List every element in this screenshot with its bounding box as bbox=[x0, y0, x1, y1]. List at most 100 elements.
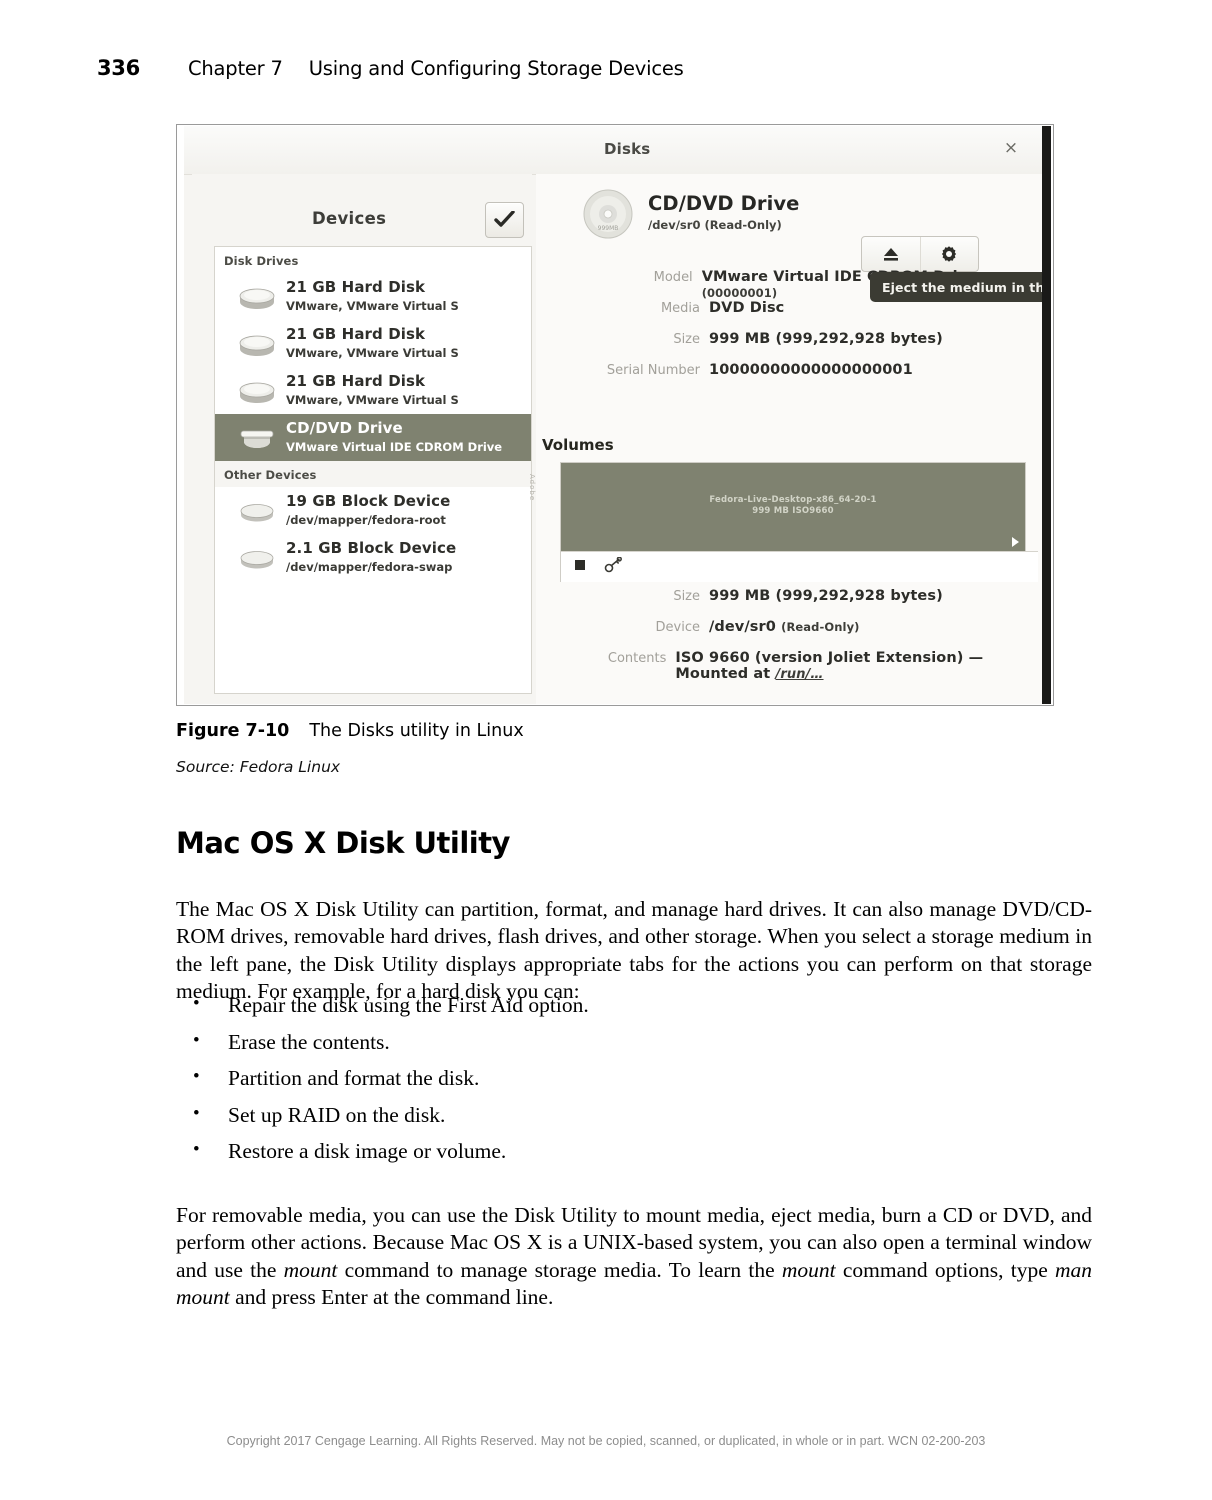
property-key: Contents bbox=[607, 651, 667, 666]
eject-button[interactable] bbox=[862, 237, 920, 271]
check-icon[interactable] bbox=[485, 202, 524, 238]
drive-device-path: /dev/sr0 (Read-Only) bbox=[648, 218, 782, 232]
text-run: and press Enter at the command line. bbox=[229, 1285, 554, 1309]
body-paragraph-1: The Mac OS X Disk Utility can partition,… bbox=[176, 896, 1092, 1004]
property-key: Serial Number bbox=[606, 363, 700, 378]
list-item[interactable]: 21 GB Hard Disk VMware, VMware Virtual S bbox=[215, 367, 531, 414]
body-paragraph-2: For removable media, you can use the Dis… bbox=[176, 1202, 1092, 1312]
list-item: Erase the contents. bbox=[176, 1026, 1092, 1064]
device-detail: /dev/mapper/fedora-swap bbox=[286, 559, 453, 574]
drive-header: 999MB CD/DVD Drive /dev/sr0 (Read-Only) bbox=[582, 188, 800, 240]
figure-caption: Figure 7-10 The Disks utility in Linux bbox=[176, 721, 524, 741]
devices-title: Devices bbox=[312, 209, 387, 228]
device-name: 19 GB Block Device bbox=[286, 491, 451, 510]
disks-application-window: Disks × Devices Disk Drives 21 GB Hard D… bbox=[184, 126, 1042, 704]
volume-segment-label: Fedora-Live-Desktop-x86_64-20-1 999 MB I… bbox=[561, 495, 1025, 518]
volumes-panel: Fedora-Live-Desktop-x86_64-20-1 999 MB I… bbox=[560, 462, 1038, 582]
bullet-list: Repair the disk using the First Aid opti… bbox=[176, 989, 1092, 1173]
list-item-text: CD/DVD Drive VMware Virtual IDE CDROM Dr… bbox=[286, 418, 503, 456]
running-head: 336 Chapter 7 Using and Configuring Stora… bbox=[97, 56, 684, 80]
device-detail: /dev/mapper/fedora-root bbox=[286, 512, 446, 527]
property-value-suffix: (Read-Only) bbox=[781, 620, 860, 634]
breadcrumb: Chapter 7 Using and Configuring Storage D… bbox=[188, 57, 684, 80]
list-item-selected-cd-dvd-drive[interactable]: CD/DVD Drive VMware Virtual IDE CDROM Dr… bbox=[215, 414, 531, 461]
section-heading: Mac OS X Disk Utility bbox=[176, 826, 510, 860]
property-key: Model bbox=[653, 270, 693, 285]
list-item[interactable]: 19 GB Block Device /dev/mapper/fedora-ro… bbox=[215, 487, 531, 534]
drive-header-text: CD/DVD Drive /dev/sr0 (Read-Only) bbox=[648, 188, 800, 232]
chapter-label: Chapter 7 bbox=[187, 57, 283, 80]
page-number: 336 bbox=[97, 56, 140, 80]
device-detail: VMware, VMware Virtual S bbox=[286, 298, 459, 313]
list-item-text: 21 GB Hard Disk VMware, VMware Virtual S bbox=[286, 325, 459, 362]
property-value-text: /dev/sr0 bbox=[709, 619, 776, 635]
hard-disk-icon bbox=[237, 282, 277, 312]
window-right-edge bbox=[1042, 126, 1051, 704]
property-key: Media bbox=[660, 301, 700, 316]
property-value: /dev/sr0 (Read-Only) bbox=[709, 619, 860, 635]
device-list[interactable]: Disk Drives 21 GB Hard Disk VMware, VMwa… bbox=[214, 246, 532, 694]
scroll-hint-label: Adobe bbox=[528, 474, 536, 502]
volume-toolbar bbox=[561, 551, 1038, 582]
block-device-icon bbox=[237, 496, 277, 526]
italic-run: mount bbox=[781, 1257, 836, 1282]
device-name: 21 GB Hard Disk bbox=[286, 277, 426, 296]
mount-point-link[interactable]: /run/… bbox=[776, 667, 824, 682]
window-titlebar: Disks × bbox=[184, 126, 1042, 175]
devices-header: Devices bbox=[192, 199, 532, 243]
figure-caption-text: The Disks utility in Linux bbox=[309, 721, 524, 741]
more-actions-button[interactable] bbox=[919, 237, 979, 271]
property-value: 999 MB (999,292,928 bytes) bbox=[709, 331, 943, 347]
device-name: 21 GB Hard Disk bbox=[286, 371, 426, 390]
list-item-text: 21 GB Hard Disk VMware, VMware Virtual S bbox=[286, 277, 459, 315]
chevron-right-icon[interactable] bbox=[1012, 537, 1019, 547]
devices-pane: Devices Disk Drives 21 GB Hard Disk VMwa… bbox=[192, 174, 536, 704]
list-item: Restore a disk image or volume. bbox=[176, 1135, 1092, 1173]
list-item: Repair the disk using the First Aid opti… bbox=[176, 989, 1092, 1027]
check-glyph bbox=[494, 211, 515, 227]
property-row-size: Size 999 MB (999,292,928 bytes) bbox=[536, 331, 1042, 362]
hard-disk-icon bbox=[237, 329, 277, 359]
optical-drive-icon bbox=[237, 423, 277, 453]
property-row-volume-size: Size 999 MB (999,292,928 bytes) bbox=[536, 588, 1042, 619]
list-item[interactable]: 21 GB Hard Disk VMware, VMware Virtual S bbox=[215, 320, 531, 367]
figure-image: Disks × Devices Disk Drives 21 GB Hard D… bbox=[176, 124, 1056, 708]
device-name: 2.1 GB Block Device bbox=[286, 538, 457, 557]
hard-disk-icon bbox=[237, 376, 277, 406]
stop-square-icon bbox=[575, 560, 585, 570]
window-title: Disks bbox=[604, 140, 651, 158]
volume-label-line2: 999 MB ISO9660 bbox=[752, 506, 834, 517]
unmount-button[interactable] bbox=[574, 558, 586, 576]
unlock-button[interactable] bbox=[604, 555, 622, 578]
figure-number: Figure 7-10 bbox=[176, 721, 290, 741]
property-key: Size bbox=[673, 589, 700, 604]
device-detail: VMware, VMware Virtual S bbox=[286, 392, 459, 407]
svg-text:999MB: 999MB bbox=[598, 225, 619, 232]
volume-properties: Size 999 MB (999,292,928 bytes) Device /… bbox=[536, 588, 1042, 682]
copyright-notice: Copyright 2017 Cengage Learning. All Rig… bbox=[226, 1434, 986, 1448]
list-item: Partition and format the disk. bbox=[176, 1062, 1092, 1100]
close-icon[interactable]: × bbox=[1002, 139, 1020, 157]
eject-icon bbox=[883, 248, 898, 261]
block-device-icon bbox=[237, 543, 277, 573]
chapter-title: Using and Configuring Storage Devices bbox=[308, 57, 684, 80]
italic-run: mount bbox=[283, 1257, 338, 1282]
property-row-volume-contents: Contents ISO 9660 (version Joliet Extens… bbox=[536, 650, 1042, 682]
property-key: Device bbox=[655, 620, 700, 635]
property-value: 10000000000000000001 bbox=[709, 362, 913, 378]
drive-name: CD/DVD Drive bbox=[648, 192, 800, 215]
device-name: CD/DVD Drive bbox=[286, 418, 403, 437]
volume-label-line1: Fedora-Live-Desktop-x86_64-20-1 bbox=[709, 495, 877, 505]
volume-segment[interactable]: Fedora-Live-Desktop-x86_64-20-1 999 MB I… bbox=[561, 463, 1025, 551]
list-item[interactable]: 21 GB Hard Disk VMware, VMware Virtual S bbox=[215, 273, 531, 320]
optical-disc-icon: 999MB bbox=[582, 188, 634, 240]
key-icon bbox=[604, 555, 622, 572]
property-value: ISO 9660 (version Joliet Extension) — Mo… bbox=[675, 650, 1042, 682]
device-detail: VMware Virtual IDE CDROM Drive bbox=[286, 439, 503, 454]
volumes-label: Volumes bbox=[542, 436, 614, 454]
group-label-disk-drives: Disk Drives bbox=[224, 254, 299, 268]
list-item: Set up RAID on the disk. bbox=[176, 1099, 1092, 1137]
drive-details-pane: 999MB CD/DVD Drive /dev/sr0 (Read-Only) bbox=[536, 174, 1042, 704]
list-item[interactable]: 2.1 GB Block Device /dev/mapper/fedora-s… bbox=[215, 534, 531, 581]
property-key: Size bbox=[673, 332, 700, 347]
